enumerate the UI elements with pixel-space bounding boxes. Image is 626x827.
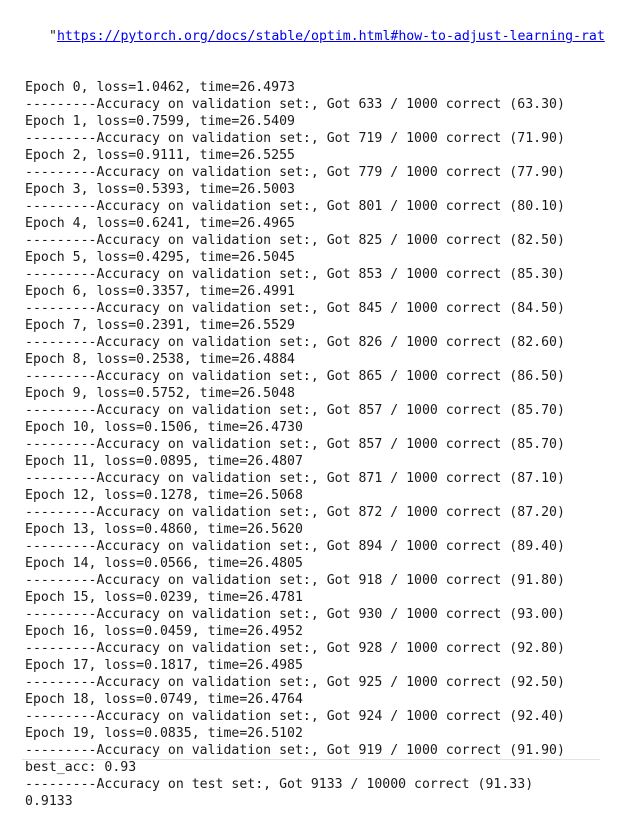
log-line: Epoch 8, loss=0.2538, time=26.4884 xyxy=(25,352,295,367)
training-log: Epoch 0, loss=1.0462, time=26.4973 ------… xyxy=(25,79,626,810)
log-line: Epoch 7, loss=0.2391, time=26.5529 xyxy=(25,318,295,333)
log-line: best_acc: 0.93 xyxy=(25,760,137,775)
log-line: Epoch 19, loss=0.0835, time=26.5102 xyxy=(25,726,303,741)
log-line: ---------Accuracy on validation set:, Go… xyxy=(25,607,565,622)
log-line: ---------Accuracy on validation set:, Go… xyxy=(25,335,565,350)
log-line: ---------Accuracy on validation set:, Go… xyxy=(25,471,565,486)
log-line: Epoch 15, loss=0.0239, time=26.4781 xyxy=(25,590,303,605)
log-line: Epoch 1, loss=0.7599, time=26.5409 xyxy=(25,114,295,129)
log-line: ---------Accuracy on validation set:, Go… xyxy=(25,403,565,418)
log-line: Epoch 16, loss=0.0459, time=26.4952 xyxy=(25,624,303,639)
log-line: ---------Accuracy on validation set:, Go… xyxy=(25,301,565,316)
log-line: ---------Accuracy on validation set:, Go… xyxy=(25,199,565,214)
log-line: ---------Accuracy on validation set:, Go… xyxy=(25,97,565,112)
docs-link[interactable]: https://pytorch.org/docs/stable/optim.ht… xyxy=(57,29,605,44)
log-line: Epoch 4, loss=0.6241, time=26.4965 xyxy=(25,216,295,231)
log-line: ---------Accuracy on test set:, Got 9133… xyxy=(25,777,534,792)
url-line: "https://pytorch.org/docs/stable/optim.h… xyxy=(25,28,626,45)
log-line: ---------Accuracy on validation set:, Go… xyxy=(25,573,565,588)
log-line: Epoch 3, loss=0.5393, time=26.5003 xyxy=(25,182,295,197)
log-line: ---------Accuracy on validation set:, Go… xyxy=(25,369,565,384)
log-line: ---------Accuracy on validation set:, Go… xyxy=(25,675,565,690)
log-line: ---------Accuracy on validation set:, Go… xyxy=(25,641,565,656)
log-line: Epoch 6, loss=0.3357, time=26.4991 xyxy=(25,284,295,299)
log-line: ---------Accuracy on validation set:, Go… xyxy=(25,165,565,180)
notebook-cell: { "url_prefix": "\"", "url_text": "https… xyxy=(0,0,626,809)
log-line: ---------Accuracy on validation set:, Go… xyxy=(25,131,565,146)
log-line: Epoch 12, loss=0.1278, time=26.5068 xyxy=(25,488,303,503)
log-line: Epoch 0, loss=1.0462, time=26.4973 xyxy=(25,80,295,95)
log-line: Epoch 9, loss=0.5752, time=26.5048 xyxy=(25,386,295,401)
log-line: Epoch 17, loss=0.1817, time=26.4985 xyxy=(25,658,303,673)
cell-output: "https://pytorch.org/docs/stable/optim.h… xyxy=(25,0,626,827)
log-line: ---------Accuracy on validation set:, Go… xyxy=(25,709,565,724)
quote-mark: " xyxy=(49,29,57,44)
log-line: ---------Accuracy on validation set:, Go… xyxy=(25,437,565,452)
log-line: Epoch 11, loss=0.0895, time=26.4807 xyxy=(25,454,303,469)
log-line: ---------Accuracy on validation set:, Go… xyxy=(25,267,565,282)
log-line: ---------Accuracy on validation set:, Go… xyxy=(25,743,565,758)
log-line: ---------Accuracy on validation set:, Go… xyxy=(25,233,565,248)
log-line: Epoch 18, loss=0.0749, time=26.4764 xyxy=(25,692,303,707)
cell-divider xyxy=(22,759,600,760)
log-line: Epoch 14, loss=0.0566, time=26.4805 xyxy=(25,556,303,571)
log-line: 0.9133 xyxy=(25,794,73,809)
log-line: Epoch 13, loss=0.4860, time=26.5620 xyxy=(25,522,303,537)
log-line: Epoch 2, loss=0.9111, time=26.5255 xyxy=(25,148,295,163)
log-line: Epoch 10, loss=0.1506, time=26.4730 xyxy=(25,420,303,435)
log-line: ---------Accuracy on validation set:, Go… xyxy=(25,505,565,520)
log-line: Epoch 5, loss=0.4295, time=26.5045 xyxy=(25,250,295,265)
log-line: ---------Accuracy on validation set:, Go… xyxy=(25,539,565,554)
